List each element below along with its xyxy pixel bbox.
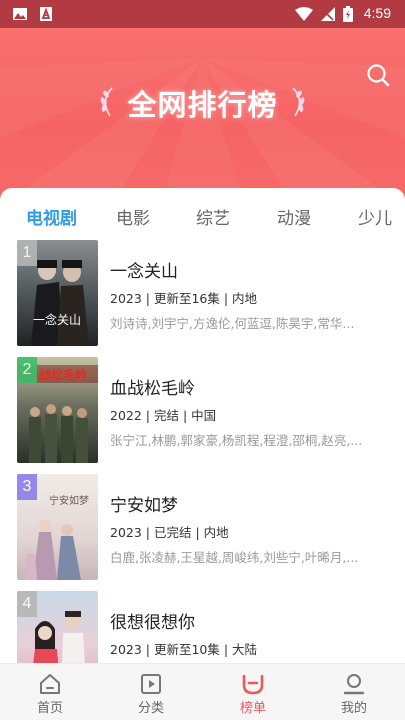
nav-category-label: 分类 (137, 701, 164, 716)
laurel-right-icon (292, 87, 305, 117)
tab-anime[interactable]: 动漫 (277, 204, 311, 229)
poster-title-text: 一念关山 (33, 312, 81, 327)
nav-home[interactable]: 首页 (0, 664, 100, 720)
nav-ranking[interactable]: 榜单 (203, 664, 303, 720)
tab-variety[interactable]: 综艺 (196, 204, 230, 229)
status-bar: 4:59 (0, 0, 405, 28)
rank-badge: 2 (17, 357, 37, 383)
list-item[interactable]: 4 很想很想你 2023 | 更新至10集 | 大陆 (0, 591, 405, 663)
category-icon (141, 674, 161, 694)
nav-profile[interactable]: 我的 (304, 664, 404, 720)
item-meta: 2023 | 已完结 | 内地 (110, 525, 229, 540)
item-cast: 刘诗诗,刘宇宁,方逸伦,何蓝逗,陈昊宇,常华... (110, 316, 355, 331)
poster-image: 宁安如梦 3 (17, 474, 98, 580)
poster-image: 血战松毛岭 2 (17, 357, 98, 463)
poster-image: 4 (17, 591, 98, 663)
profile-icon (343, 674, 365, 695)
nav-category[interactable]: 分类 (101, 664, 201, 720)
item-title: 血战松毛岭 (110, 379, 195, 399)
wifi-icon (295, 7, 313, 21)
tab-movies[interactable]: 电影 (116, 204, 150, 229)
rank-badge: 3 (17, 474, 37, 500)
item-cast: 白鹿,张凌赫,王星越,周峻纬,刘些宁,叶晞月,... (110, 550, 359, 565)
item-cast: 张宁江,林鹏,郭家豪,杨凯程,程澄,邵桐,赵亮,... (110, 433, 363, 448)
poster-title-text: 宁安如梦 (49, 494, 89, 507)
app-notification-icon (40, 7, 52, 21)
ranking-header: 全网排行榜 (0, 28, 405, 208)
item-meta: 2022 | 完结 | 中国 (110, 408, 217, 423)
list-item[interactable]: 血战松毛岭 2 血战松毛岭 2022 | 完结 | 中国 张宁江,林鹏,郭家豪,… (0, 357, 405, 474)
page-title: 全网排行榜 (127, 88, 278, 122)
list-item[interactable]: 宁安如梦 3 宁安如梦 2023 | 已完结 | 内地 白鹿,张凌赫,王星越,周… (0, 474, 405, 591)
bottom-navigation: 首页 分类 榜单 我的 (0, 663, 405, 720)
item-meta: 2023 | 更新至16集 | 内地 (110, 291, 258, 306)
list-item[interactable]: 一念关山 1 一念关山 2023 | 更新至16集 | 内地 刘诗诗,刘宇宁,方… (0, 240, 405, 357)
home-icon (40, 674, 60, 694)
rank-badge: 1 (17, 240, 37, 266)
battery-icon (343, 6, 353, 22)
nav-ranking-label: 榜单 (239, 701, 266, 716)
ranking-icon (242, 674, 264, 695)
nav-profile-label: 我的 (340, 701, 367, 716)
item-meta: 2023 | 更新至10集 | 大陆 (110, 642, 258, 657)
tab-tv-series[interactable]: 电视剧 (26, 204, 77, 229)
ranking-panel: 电视剧 电影 综艺 动漫 少儿 一念关山 1 一念关山 2023 | 更新至16… (0, 188, 405, 663)
tab-kids[interactable]: 少儿 (358, 204, 392, 229)
item-title: 很想很想你 (110, 613, 195, 633)
rank-badge: 4 (17, 591, 37, 617)
poster-image: 一念关山 1 (17, 240, 98, 346)
nav-home-label: 首页 (36, 701, 63, 716)
item-title: 宁安如梦 (110, 496, 178, 516)
category-tabs: 电视剧 电影 综艺 动漫 少儿 (0, 188, 405, 242)
signal-icon (321, 7, 335, 21)
status-time: 4:59 (363, 5, 391, 21)
item-title: 一念关山 (110, 262, 178, 282)
image-notification-icon (13, 8, 27, 20)
